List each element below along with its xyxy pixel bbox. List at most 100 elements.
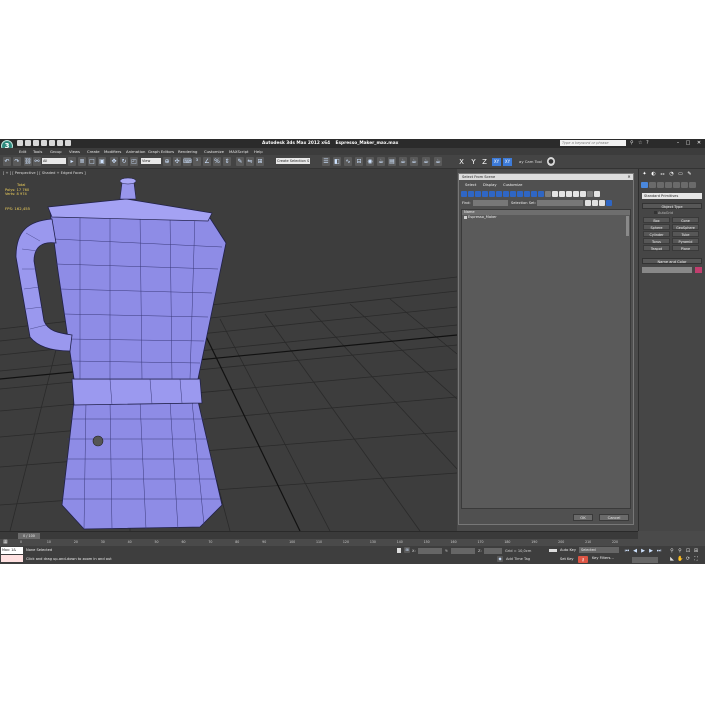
- maxscript-listener-input[interactable]: Max: 1&: [1, 547, 23, 554]
- schematic-view-icon[interactable]: ⊟: [355, 157, 363, 166]
- axis-y-button[interactable]: Y: [469, 158, 478, 166]
- menu-animation[interactable]: Animation: [126, 149, 145, 154]
- display-tab-icon[interactable]: ▭: [677, 171, 684, 177]
- minimize-button[interactable]: –: [673, 139, 683, 147]
- utilities-tab-icon[interactable]: ✎: [686, 171, 693, 177]
- display-influences-icon[interactable]: [592, 200, 598, 206]
- display-all-icon[interactable]: [545, 191, 551, 197]
- menu-modifiers[interactable]: Modifiers: [104, 149, 121, 154]
- lights-category-icon[interactable]: [657, 182, 664, 188]
- search-input[interactable]: Type a keyword or phrase: [560, 140, 626, 146]
- absolute-mode-icon[interactable]: ⊞: [404, 547, 410, 553]
- unlink-icon[interactable]: ⚯: [33, 157, 41, 166]
- camera-tool-icon[interactable]: ●: [547, 157, 555, 166]
- axis-z-button[interactable]: Z: [480, 158, 489, 166]
- goto-start-icon[interactable]: ⏮: [624, 548, 630, 554]
- scale-icon[interactable]: ◰: [130, 157, 138, 166]
- object-name-input[interactable]: [642, 267, 692, 273]
- menu-create[interactable]: Create: [87, 149, 100, 154]
- named-selection-select[interactable]: Create Selection S: [276, 158, 310, 164]
- curve-editor-icon[interactable]: ∿: [344, 157, 352, 166]
- rectangular-selection-icon[interactable]: □: [88, 157, 96, 166]
- close-button[interactable]: ✕: [694, 139, 704, 147]
- camera-tool-label[interactable]: ay Cam Tool: [519, 159, 542, 164]
- window-crossing-icon[interactable]: ▣: [98, 157, 106, 166]
- display-geometry-icon[interactable]: [461, 191, 467, 197]
- graphite-modeling-icon[interactable]: ◧: [333, 157, 341, 166]
- select-dependents-icon[interactable]: [594, 191, 600, 197]
- add-time-tag-button[interactable]: Add Time Tag: [506, 557, 530, 561]
- object-type-rollout[interactable]: Object Type: [642, 203, 702, 209]
- name-and-color-rollout[interactable]: Name and Color: [642, 258, 702, 264]
- plane-button[interactable]: Plane: [672, 245, 699, 251]
- pivot-center-icon[interactable]: ⊕: [163, 157, 171, 166]
- display-hidden-icon[interactable]: [538, 191, 544, 197]
- display-frozen-icon[interactable]: [531, 191, 537, 197]
- display-containers-icon[interactable]: [524, 191, 530, 197]
- select-manipulate-icon[interactable]: ✣: [173, 157, 181, 166]
- previous-frame-icon[interactable]: ◀: [632, 548, 638, 554]
- display-none-icon[interactable]: [552, 191, 558, 197]
- next-frame-icon[interactable]: ▶: [648, 548, 654, 554]
- angle-snap-icon[interactable]: ∠: [203, 157, 211, 166]
- key-mode-select[interactable]: Selected: [579, 547, 619, 553]
- sort-icon[interactable]: [606, 200, 612, 206]
- z-coordinate-field[interactable]: [484, 548, 502, 554]
- rotate-icon[interactable]: ↻: [120, 157, 128, 166]
- material-editor-icon[interactable]: ◉: [366, 157, 374, 166]
- render-online-icon[interactable]: ☕: [434, 157, 442, 166]
- percent-snap-icon[interactable]: %: [213, 157, 221, 166]
- tube-button[interactable]: Tube: [672, 231, 699, 237]
- geosphere-button[interactable]: GeoSphere: [672, 224, 699, 230]
- object-color-swatch[interactable]: [695, 267, 702, 273]
- teapot-button[interactable]: Teapot: [643, 245, 670, 251]
- redo-icon[interactable]: [49, 140, 55, 146]
- select-children-icon[interactable]: [599, 200, 605, 206]
- key-filters-button[interactable]: Key Filters...: [592, 556, 614, 560]
- list-scrollbar[interactable]: [626, 216, 629, 236]
- edit-named-selection-icon[interactable]: ✎: [236, 157, 244, 166]
- keyboard-shortcut-icon[interactable]: ⌨: [183, 157, 192, 166]
- mini-curve-editor-icon[interactable]: ▦: [3, 539, 11, 545]
- select-invert-icon[interactable]: [580, 191, 586, 197]
- spacewarps-category-icon[interactable]: [681, 182, 688, 188]
- zoom-extents-icon[interactable]: ⊡: [685, 548, 691, 554]
- pyramid-button[interactable]: Pyramid: [672, 238, 699, 244]
- helpers-category-icon[interactable]: [673, 182, 680, 188]
- orbit-icon[interactable]: ⟳: [685, 556, 691, 562]
- play-icon[interactable]: ▶: [640, 548, 646, 554]
- dialog-close-icon[interactable]: ✕: [626, 174, 632, 180]
- display-spacewarps-icon[interactable]: [496, 191, 502, 197]
- hierarchy-tab-icon[interactable]: ⚏: [659, 171, 666, 177]
- zoom-all-icon[interactable]: ⚲: [677, 548, 683, 554]
- selection-lock-icon[interactable]: [397, 548, 401, 553]
- rendered-frame-icon[interactable]: ▤: [388, 157, 396, 166]
- render-activeshade-icon[interactable]: ☕: [422, 157, 430, 166]
- move-icon[interactable]: ✥: [110, 157, 118, 166]
- list-item[interactable]: Espresso_Maker: [462, 215, 630, 220]
- shapes-category-icon[interactable]: [649, 182, 656, 188]
- systems-category-icon[interactable]: [689, 182, 696, 188]
- cameras-category-icon[interactable]: [665, 182, 672, 188]
- select-none-icon[interactable]: [573, 191, 579, 197]
- layer-manager-icon[interactable]: ☰: [322, 157, 330, 166]
- axis-x-button[interactable]: X: [457, 158, 466, 166]
- track-bar[interactable]: 0 10 20 30 40 50 60 70 80 90 100 110 120 130 140 150 160…: [0, 539, 638, 546]
- maximize-button[interactable]: □: [683, 139, 693, 147]
- object-list[interactable]: Name Espresso_Maker: [461, 209, 631, 509]
- menu-group[interactable]: Group: [50, 149, 62, 154]
- maximize-viewport-icon[interactable]: ⛶: [693, 556, 699, 562]
- menu-views[interactable]: Views: [69, 149, 80, 154]
- dropdown-icon[interactable]: [65, 140, 71, 146]
- render-production-icon[interactable]: ☕: [399, 157, 407, 166]
- set-key-button[interactable]: ⚷: [578, 556, 588, 563]
- cone-button[interactable]: Cone: [672, 217, 699, 223]
- render-setup-icon[interactable]: ☕: [377, 157, 385, 166]
- binoculars-icon[interactable]: ⚲: [630, 140, 635, 146]
- select-all-icon[interactable]: [566, 191, 572, 197]
- find-input[interactable]: [473, 200, 508, 206]
- selection-set-select[interactable]: [537, 200, 583, 206]
- perspective-viewport[interactable]: [ + ] [ Perspective ] [ Shaded + Edged F…: [0, 169, 457, 531]
- axis-xy-button[interactable]: XY: [492, 158, 501, 166]
- sync-selection-icon[interactable]: [587, 191, 593, 197]
